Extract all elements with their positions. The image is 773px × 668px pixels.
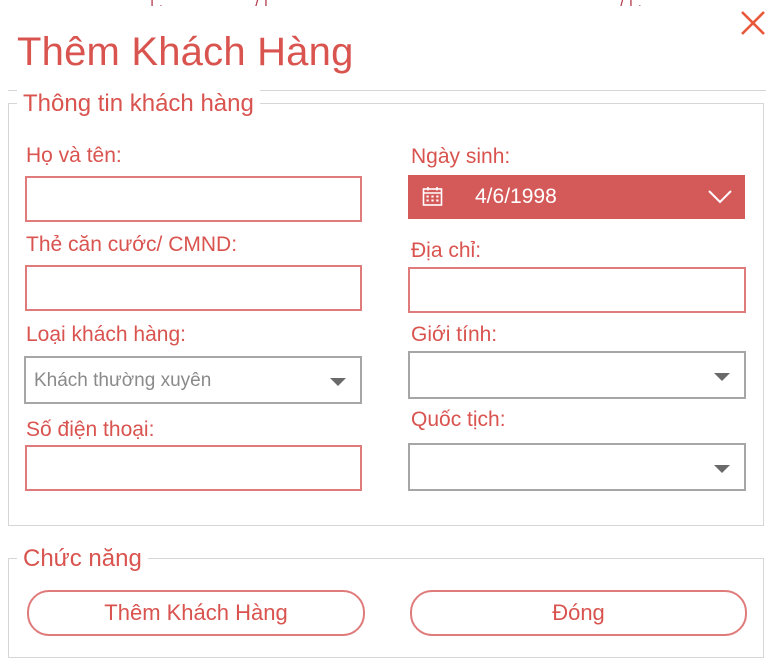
- functions-legend: Chức năng: [17, 544, 148, 574]
- dropdown-arrow-icon: [714, 465, 730, 473]
- name-field[interactable]: [25, 176, 362, 222]
- address-field[interactable]: [408, 267, 746, 313]
- id-field[interactable]: [25, 265, 362, 311]
- add-customer-button[interactable]: Thêm Khách Hàng: [27, 590, 365, 636]
- close-dialog-button[interactable]: Đóng: [410, 590, 747, 636]
- close-icon: [741, 11, 765, 35]
- customer-info-legend: Thông tin khách hàng: [17, 89, 260, 119]
- phone-field[interactable]: [25, 445, 362, 491]
- nationality-select[interactable]: [408, 443, 746, 491]
- name-input[interactable]: [27, 178, 360, 220]
- address-label: Địa chỉ:: [411, 239, 482, 262]
- gender-label: Giới tính:: [411, 323, 498, 346]
- id-label: Thẻ căn cước/ CMND:: [26, 233, 238, 256]
- address-input[interactable]: [410, 269, 744, 311]
- dropdown-arrow-icon: [714, 373, 730, 381]
- customer-type-select[interactable]: Khách thường xuyên: [24, 356, 362, 404]
- background-window-strip: | , / | ________ / | ,: [0, 0, 773, 6]
- birthdate-picker[interactable]: 4/6/1998: [408, 175, 745, 219]
- id-input[interactable]: [27, 267, 360, 309]
- dropdown-arrow-icon: [330, 378, 346, 386]
- name-label: Họ và tên:: [26, 144, 122, 167]
- customer-type-label: Loại khách hàng:: [26, 323, 186, 346]
- close-button[interactable]: [738, 8, 768, 38]
- gender-select[interactable]: [408, 351, 746, 399]
- dialog-title: Thêm Khách Hàng: [17, 30, 354, 74]
- phone-input[interactable]: [27, 447, 360, 489]
- birthdate-value: 4/6/1998: [475, 185, 557, 208]
- birthdate-label: Ngày sinh:: [411, 145, 511, 168]
- calendar-icon: [422, 187, 443, 206]
- chevron-down-icon: [708, 190, 732, 204]
- customer-type-value: Khách thường xuyên: [34, 370, 212, 391]
- nationality-label: Quốc tịch:: [411, 408, 506, 431]
- phone-label: Số điện thoại:: [26, 418, 155, 441]
